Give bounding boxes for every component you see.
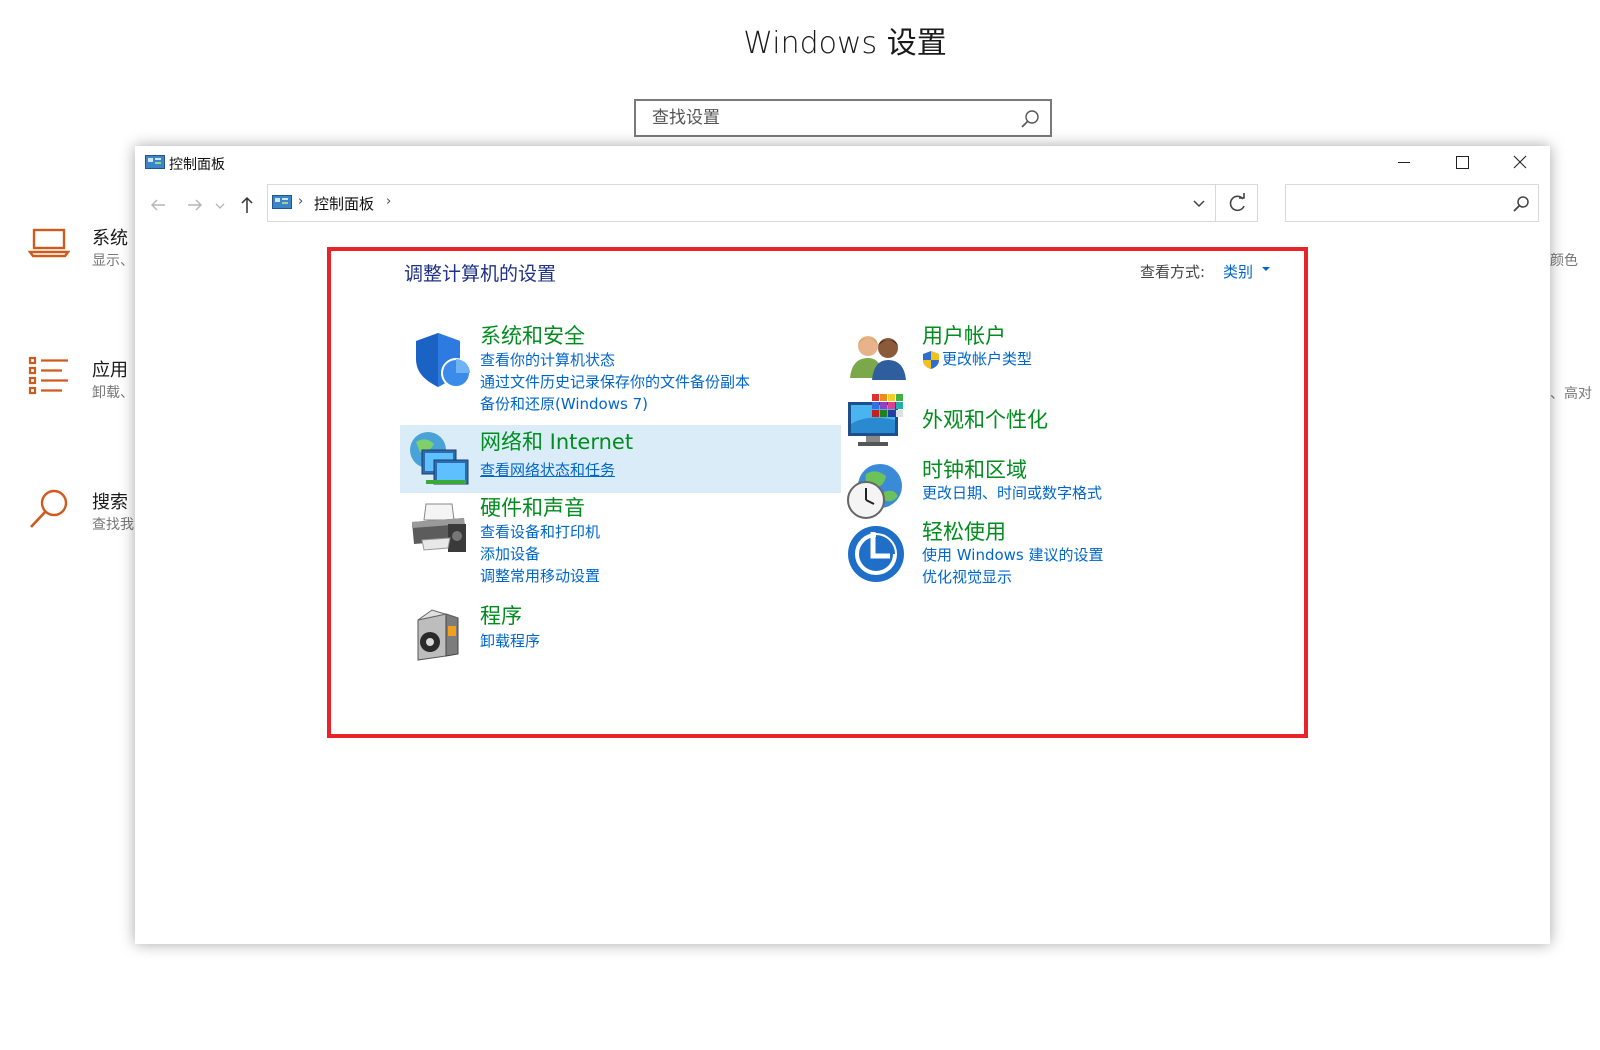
- task-link[interactable]: 调整常用移动设置: [480, 565, 600, 587]
- category-appearance-personalization: 外观和个性化: [844, 392, 1224, 452]
- chevron-down-icon: [215, 203, 225, 209]
- laptop-icon: [28, 228, 70, 258]
- view-by-label: 查看方式:: [1140, 263, 1206, 281]
- settings-title: Windows 设置: [743, 26, 947, 61]
- task-link[interactable]: 使用 Windows 建议的设置: [922, 544, 1104, 566]
- category-title: 系统: [92, 228, 128, 249]
- forward-button[interactable]: [181, 192, 209, 218]
- up-button[interactable]: [233, 192, 261, 218]
- task-link[interactable]: 查看你的计算机状态: [480, 349, 615, 371]
- settings-desc-fragment: 、高对: [1550, 386, 1592, 402]
- category-programs: 程序 卸载程序: [404, 600, 834, 664]
- close-button[interactable]: [1491, 146, 1549, 178]
- control-panel-icon: [272, 195, 292, 209]
- printer-icon[interactable]: [408, 500, 470, 556]
- search-icon[interactable]: [1020, 109, 1040, 129]
- settings-category-apps[interactable]: 应用 卸载、: [28, 356, 138, 406]
- task-link[interactable]: 更改帐户类型: [942, 348, 1032, 370]
- settings-category-system[interactable]: 系统 显示、: [28, 224, 138, 274]
- breadcrumb-separator-icon[interactable]: ›: [386, 194, 391, 209]
- task-link[interactable]: 查看网络状态和任务: [480, 459, 615, 481]
- task-link[interactable]: 卸载程序: [480, 630, 540, 652]
- back-button[interactable]: [145, 192, 173, 218]
- category-title-link[interactable]: 网络和 Internet: [480, 426, 633, 456]
- category-hardware-sound: 硬件和声音 查看设备和打印机 添加设备 调整常用移动设置: [404, 492, 834, 588]
- dropdown-arrow-icon[interactable]: [1261, 266, 1271, 274]
- search-icon: [30, 489, 68, 528]
- category-title: 应用: [92, 360, 128, 381]
- title-bar[interactable]: 控制面板: [135, 146, 1550, 182]
- recent-locations-button[interactable]: [211, 192, 229, 218]
- breadcrumb-separator-icon[interactable]: ›: [298, 194, 303, 209]
- task-link[interactable]: 查看设备和打印机: [480, 521, 600, 543]
- category-desc: 显示、: [92, 253, 134, 269]
- window-title: 控制面板: [169, 157, 225, 173]
- category-system-security: 系统和安全 查看你的计算机状态 通过文件历史记录保存你的文件备份副本 备份和还原…: [404, 320, 834, 418]
- forward-arrow-icon: [188, 199, 202, 211]
- category-title-link[interactable]: 程序: [480, 600, 522, 630]
- category-network-internet: 网络和 Internet 查看网络状态和任务: [404, 428, 834, 490]
- task-link[interactable]: 添加设备: [480, 543, 540, 565]
- category-clock-region: 时钟和区域 更改日期、时间或数字格式: [844, 458, 1224, 519]
- maximize-icon: [1456, 156, 1469, 169]
- programs-icon[interactable]: [412, 606, 464, 662]
- minimize-button[interactable]: [1375, 146, 1433, 178]
- clock-globe-icon[interactable]: [844, 462, 908, 522]
- minimize-icon: [1398, 162, 1410, 163]
- ease-of-access-icon[interactable]: [846, 524, 906, 584]
- category-title-link[interactable]: 轻松使用: [922, 516, 1006, 546]
- category-user-accounts: 用户帐户 更改帐户类型: [844, 324, 1224, 384]
- task-link[interactable]: 备份和还原(Windows 7): [480, 393, 648, 415]
- network-globe-icon[interactable]: [406, 430, 472, 492]
- back-arrow-icon: [151, 199, 165, 211]
- category-title-link[interactable]: 系统和安全: [480, 320, 585, 350]
- settings-category-search[interactable]: 搜索 查找我: [28, 488, 138, 538]
- task-link[interactable]: 通过文件历史记录保存你的文件备份副本: [480, 371, 750, 393]
- page-title: 调整计算机的设置: [404, 263, 557, 285]
- settings-search-input[interactable]: [650, 101, 1014, 135]
- control-panel-icon: [145, 155, 165, 169]
- task-link[interactable]: 优化视觉显示: [922, 566, 1012, 588]
- category-title-link[interactable]: 硬件和声音: [480, 492, 585, 522]
- close-icon: [1513, 155, 1527, 169]
- category-desc: 查找我: [92, 517, 134, 533]
- uac-shield-icon: [923, 351, 939, 369]
- shield-icon[interactable]: [412, 329, 474, 391]
- settings-desc-fragment: 颜色: [1550, 253, 1578, 269]
- category-desc: 卸载、: [92, 385, 134, 401]
- monitor-palette-icon[interactable]: [846, 394, 908, 450]
- view-by-dropdown[interactable]: 类别: [1223, 261, 1253, 282]
- breadcrumb-control-panel[interactable]: 控制面板: [314, 193, 374, 214]
- up-arrow-icon: [241, 196, 253, 213]
- chevron-down-icon[interactable]: [1191, 195, 1207, 211]
- settings-search-box[interactable]: [634, 99, 1052, 137]
- search-icon[interactable]: [1512, 195, 1530, 213]
- task-link[interactable]: 更改日期、时间或数字格式: [922, 482, 1102, 504]
- apps-list-icon: [28, 356, 68, 395]
- category-ease-of-access: 轻松使用 使用 Windows 建议的设置 优化视觉显示: [844, 520, 1224, 596]
- users-icon[interactable]: [848, 330, 908, 382]
- address-row: › 控制面板 ›: [135, 182, 1550, 228]
- category-title-link[interactable]: 外观和个性化: [922, 404, 1048, 434]
- address-bar[interactable]: › 控制面板 ›: [267, 184, 1216, 222]
- maximize-button[interactable]: [1433, 146, 1491, 178]
- category-title-link[interactable]: 用户帐户: [922, 320, 1006, 350]
- refresh-icon: [1229, 193, 1245, 212]
- control-panel-search-box[interactable]: [1285, 184, 1539, 222]
- category-title-link[interactable]: 时钟和区域: [922, 454, 1027, 484]
- refresh-button[interactable]: [1216, 184, 1258, 222]
- control-panel-search-input[interactable]: [1292, 185, 1506, 221]
- category-title: 搜索: [92, 492, 128, 513]
